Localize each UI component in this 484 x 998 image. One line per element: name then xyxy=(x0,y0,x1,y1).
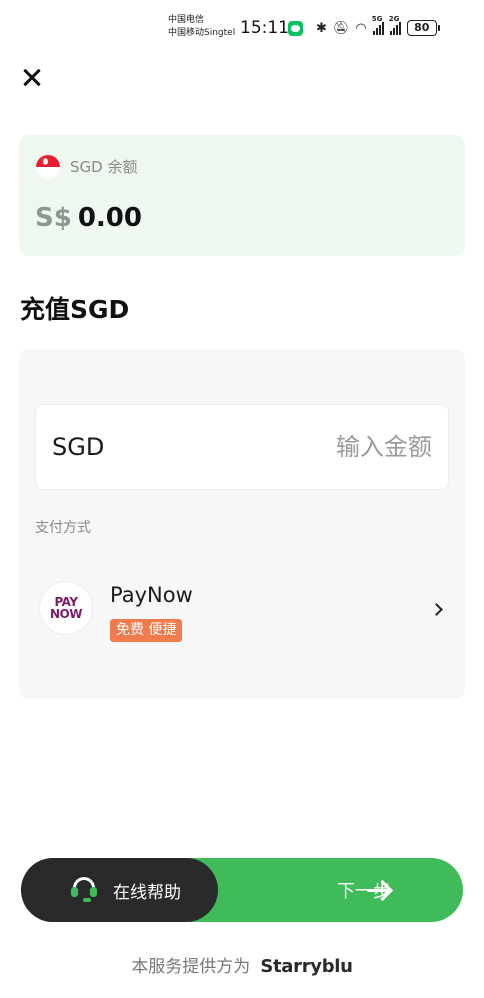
payment-method-label: 支付方式 xyxy=(35,520,91,536)
singapore-flag-icon xyxy=(35,154,61,180)
recharge-page: 中国电信 中国移动Singtel 15:11 ✱ 🔕︎ ◠ 5G 2G 80 S… xyxy=(0,0,484,998)
paynow-option[interactable]: PAY NOW PayNow 免费 便捷 xyxy=(35,575,449,645)
battery-indicator: 80 xyxy=(406,20,440,36)
carrier-1: 中国电信 xyxy=(168,15,205,25)
recharge-title: 充值SGD xyxy=(20,295,130,324)
provider-footer: 本服务提供方为 Starryblu xyxy=(0,952,484,977)
close-icon[interactable] xyxy=(20,66,44,90)
mute-icon: 🔕︎ xyxy=(332,20,350,36)
signal-icon-1: 5G xyxy=(372,15,384,35)
provider-label: 本服务提供方为 xyxy=(131,957,251,977)
online-help-button[interactable]: 在线帮助 xyxy=(21,858,218,922)
arrow-right-icon xyxy=(367,889,389,892)
input-currency: SGD xyxy=(52,433,105,461)
status-bar: 中国电信 中国移动Singtel 15:11 ✱ 🔕︎ ◠ 5G 2G 80 xyxy=(0,0,484,56)
carrier-2: 中国移动Singtel xyxy=(168,28,236,38)
bluetooth-icon: ✱ xyxy=(316,20,327,36)
wechat-notification-icon xyxy=(288,21,303,36)
provider-brand: Starryblu xyxy=(260,956,353,977)
paynow-logo-line-2: NOW xyxy=(50,607,82,621)
paynow-logo: PAY NOW xyxy=(39,581,93,635)
action-bar: 下一步 在线帮助 xyxy=(21,858,463,922)
balance-card: SGD 余额 S$ 0.00 xyxy=(19,135,465,256)
currency-symbol: S$ xyxy=(35,203,72,233)
online-help-label: 在线帮助 xyxy=(113,882,181,903)
system-icons: ✱ 🔕︎ ◠ 5G 2G 80 xyxy=(316,15,440,38)
payment-method-name: PayNow xyxy=(110,583,193,607)
network-type-2: 2G xyxy=(388,15,400,23)
status-time: 15:11 xyxy=(240,18,289,38)
chevron-right-icon xyxy=(430,603,443,616)
amount-input[interactable] xyxy=(116,433,432,461)
balance-amount: S$ 0.00 xyxy=(35,203,142,233)
recharge-panel: SGD 支付方式 PAY NOW PayNow 免费 便捷 xyxy=(19,349,465,699)
balance-value: 0.00 xyxy=(77,203,142,233)
network-type-1: 5G xyxy=(371,15,383,23)
balance-label: SGD 余额 xyxy=(70,158,138,176)
headset-icon xyxy=(71,877,97,903)
amount-input-box: SGD xyxy=(35,404,449,490)
signal-icon-2: 2G xyxy=(389,15,401,35)
carrier-labels: 中国电信 中国移动Singtel xyxy=(168,14,235,40)
payment-method-badge: 免费 便捷 xyxy=(110,619,183,642)
wifi-icon: ◠ xyxy=(355,20,367,36)
